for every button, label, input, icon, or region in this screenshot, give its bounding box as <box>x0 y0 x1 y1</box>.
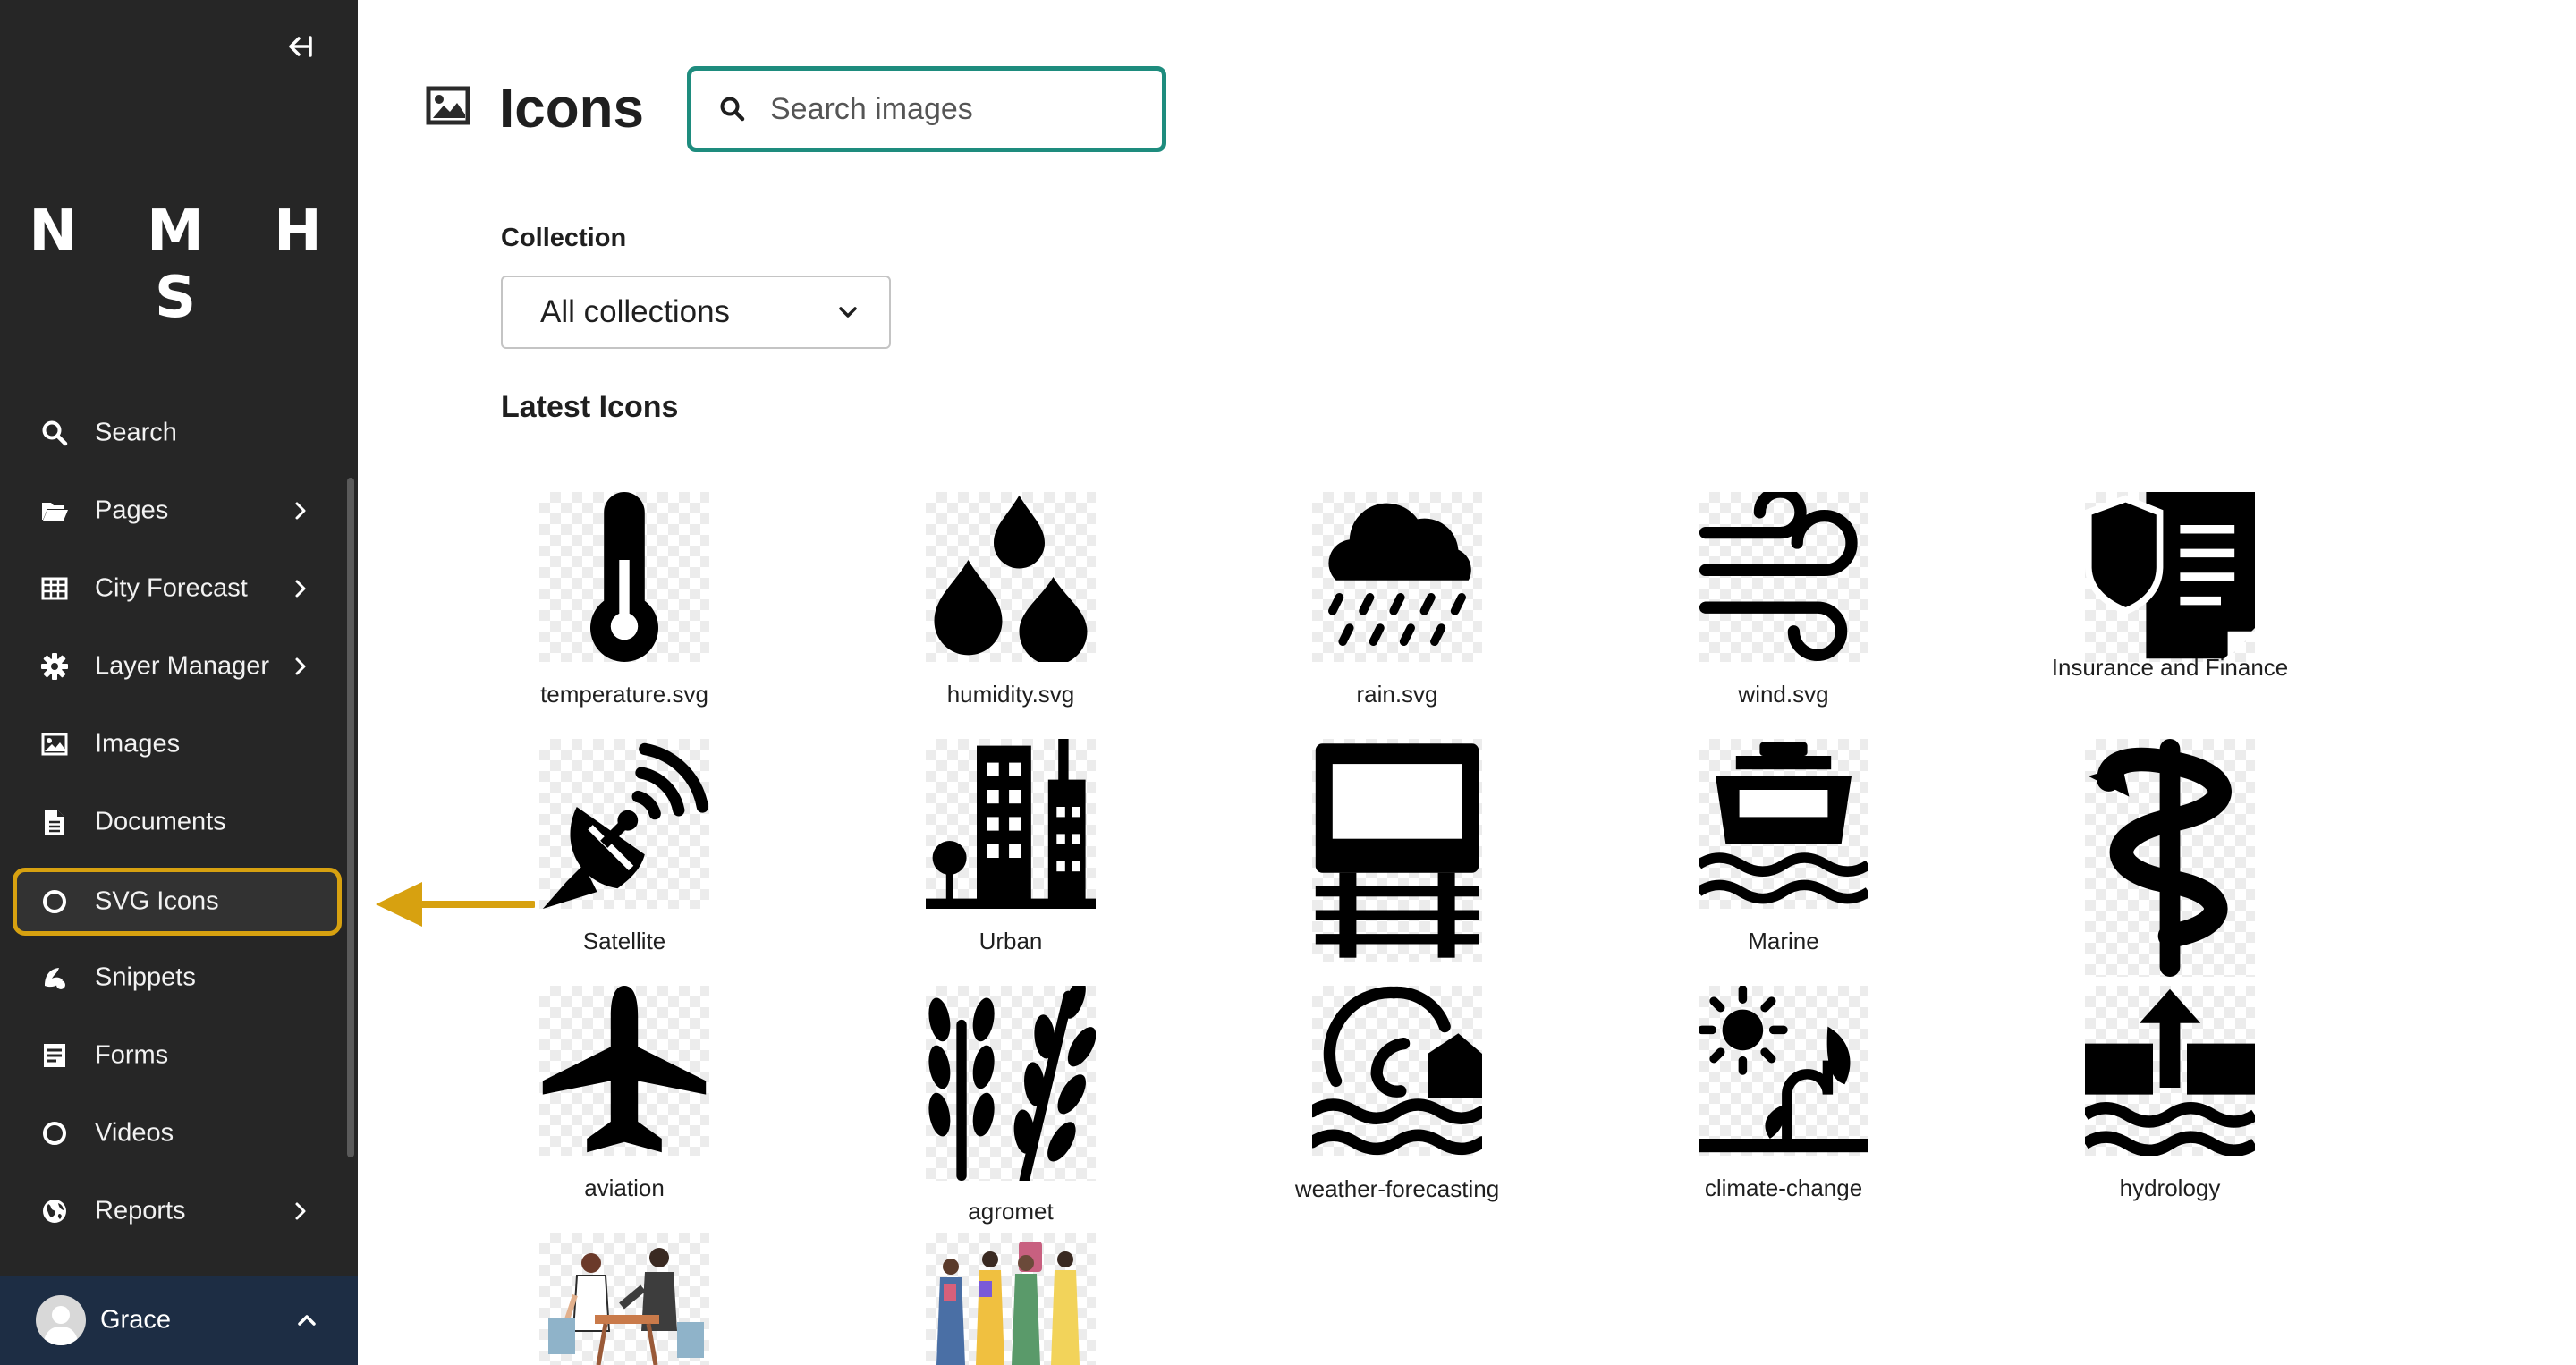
sidebar-item-label: Search <box>95 418 177 447</box>
icon-label: wind.svg <box>1738 681 1829 708</box>
rain-cloud-icon <box>1312 492 1482 662</box>
icon-label: Satellite <box>582 928 666 954</box>
sidebar-item-label: City Forecast <box>95 573 248 603</box>
sidebar-item-search[interactable]: Search <box>0 397 351 469</box>
wind-icon <box>1699 492 1868 662</box>
icon-label: hydrology <box>2119 1174 2221 1201</box>
document-icon <box>39 807 70 837</box>
sidebar-item-videos[interactable]: Videos <box>0 1098 351 1169</box>
team-illustration <box>926 1233 1096 1365</box>
collection-label: Collection <box>501 224 627 252</box>
chevron-right-icon <box>290 500 311 521</box>
search-icon <box>718 95 747 123</box>
sidebar-scrollbar[interactable] <box>347 478 354 1157</box>
search-field[interactable] <box>687 66 1166 152</box>
wheat-icon <box>926 986 1096 1181</box>
sidebar-item-images[interactable]: Images <box>0 708 351 780</box>
sidebar-item-city-forecast[interactable]: City Forecast <box>0 553 351 624</box>
icon-label: agromet <box>968 1198 1054 1225</box>
section-title: Latest Icons <box>501 390 679 424</box>
user-name: Grace <box>100 1305 171 1335</box>
image-icon <box>426 86 470 131</box>
search-icon <box>39 418 70 448</box>
form-icon <box>39 1040 70 1071</box>
sidebar-item-label: Pages <box>95 496 169 525</box>
water-level-icon <box>2085 986 2255 1156</box>
caduceus-icon <box>2085 739 2255 977</box>
icon-label: Urban <box>979 928 1043 954</box>
sidebar-item-label: Layer Manager <box>95 651 270 681</box>
icon-label: temperature.svg <box>540 681 708 708</box>
table-icon <box>39 573 70 604</box>
collapse-arrow-icon <box>289 36 312 57</box>
icon-label: climate-change <box>1704 1174 1863 1201</box>
folder-open-icon <box>39 496 70 526</box>
search-input[interactable] <box>770 81 1146 137</box>
wave-house-icon <box>1312 986 1482 1156</box>
icon-label: Insurance and Finance <box>2051 654 2289 681</box>
collection-select[interactable]: All collections <box>501 276 891 349</box>
gear-icon <box>39 651 70 682</box>
meeting-illustration <box>539 1233 709 1365</box>
sidebar-item-documents[interactable]: Documents <box>0 786 351 858</box>
ship-icon <box>1699 739 1868 909</box>
chevron-right-icon <box>290 1200 311 1222</box>
sidebar-item-label: SVG Icons <box>95 886 219 916</box>
sidebar-item-snippets[interactable]: Snippets <box>0 942 351 1013</box>
icon-label: rain.svg <box>1356 681 1438 708</box>
sidebar-item-label: Documents <box>95 807 226 836</box>
sidebar-item-reports[interactable]: Reports <box>0 1175 351 1247</box>
sidebar-item-forms[interactable]: Forms <box>0 1020 351 1091</box>
sidebar-item-label: Forms <box>95 1040 169 1070</box>
icon-label: humidity.svg <box>946 681 1075 708</box>
sidebar-item-label: Images <box>95 729 181 759</box>
circle-icon <box>39 886 70 917</box>
sidebar-item-label: Videos <box>95 1118 174 1148</box>
thermometer-icon <box>539 492 709 662</box>
collapse-sidebar-button[interactable] <box>281 30 318 63</box>
brand-logo[interactable]: N M H S <box>0 199 358 331</box>
globe-icon <box>39 1196 70 1226</box>
snippet-icon <box>39 962 70 993</box>
shield-document-icon <box>2085 492 2255 662</box>
sidebar-item-pages[interactable]: Pages <box>0 475 351 547</box>
satellite-dish-icon <box>539 739 709 909</box>
sidebar-item-svg-icons[interactable]: SVG Icons <box>13 868 342 936</box>
droplets-icon <box>926 492 1096 662</box>
sidebar-item-label: Snippets <box>95 962 196 992</box>
chevron-up-icon <box>295 1309 318 1332</box>
airplane-icon <box>539 986 709 1156</box>
city-icon <box>926 739 1096 909</box>
chevron-right-icon <box>290 656 311 677</box>
icon-label: Marine <box>1748 928 1819 954</box>
icon-label: aviation <box>584 1174 665 1201</box>
page-title: Icons <box>499 78 644 140</box>
train-icon <box>1312 739 1482 962</box>
collection-select-value: All collections <box>540 294 731 329</box>
sidebar-item-label: Reports <box>95 1196 186 1225</box>
avatar <box>36 1295 86 1345</box>
sidebar: N M H S Search Pages City Forecast Layer… <box>0 0 358 1365</box>
image-icon <box>39 729 70 759</box>
icon-label: weather-forecasting <box>1294 1175 1500 1202</box>
chevron-down-icon <box>835 300 860 325</box>
user-menu[interactable]: Grace <box>0 1276 358 1365</box>
circle-icon <box>39 1118 70 1149</box>
sidebar-item-layer-manager[interactable]: Layer Manager <box>0 631 351 702</box>
chevron-right-icon <box>290 578 311 599</box>
sun-plant-icon <box>1699 986 1868 1156</box>
